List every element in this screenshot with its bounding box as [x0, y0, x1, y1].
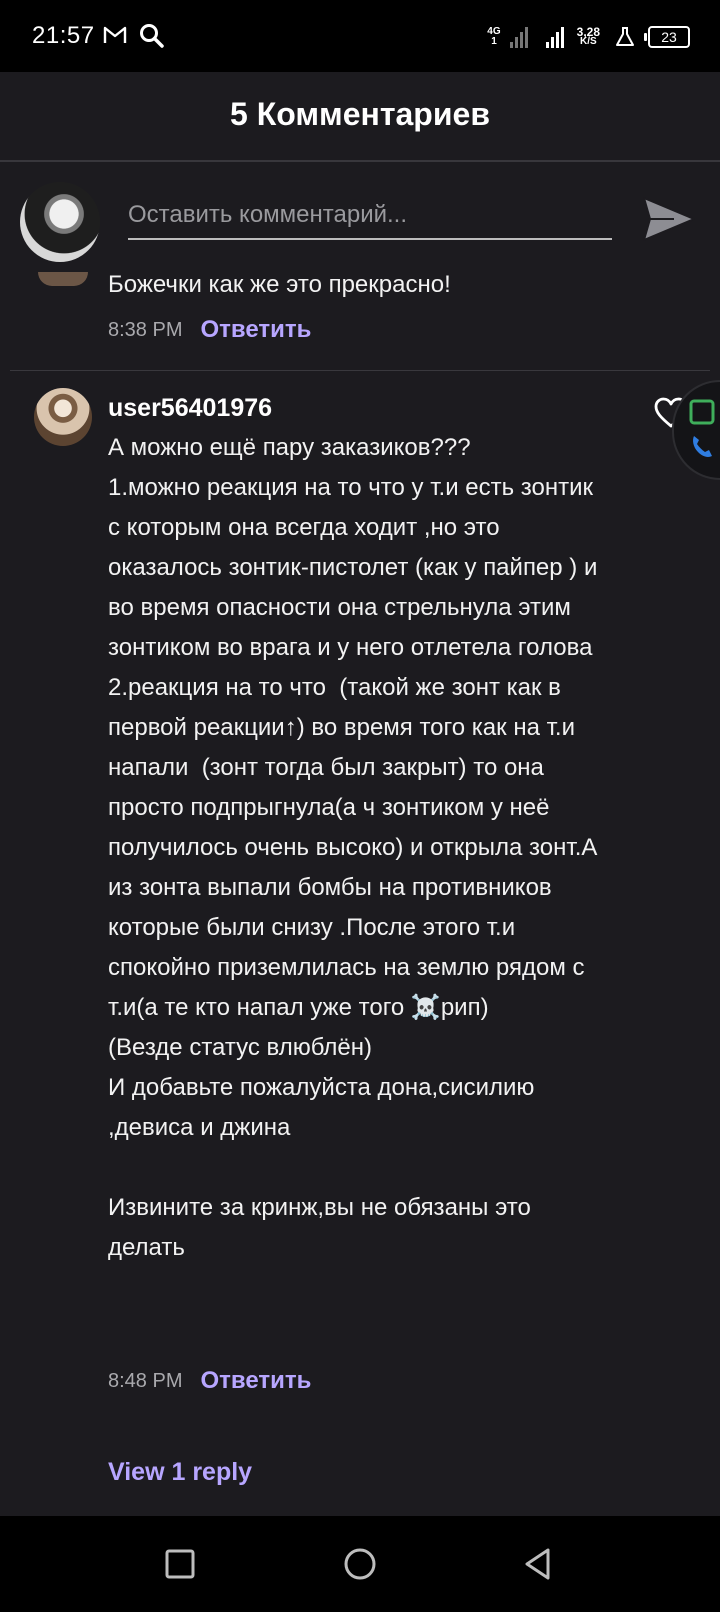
- reply-button[interactable]: Ответить: [200, 316, 311, 344]
- comments-header: 5 Комментариев: [0, 72, 720, 162]
- back-icon[interactable]: [518, 1544, 558, 1584]
- search-icon: [140, 24, 164, 48]
- current-user-avatar[interactable]: [20, 182, 100, 262]
- phone-icon[interactable]: [688, 432, 716, 460]
- gmail-icon: [103, 26, 127, 43]
- comment-composer: [0, 162, 720, 272]
- avatar[interactable]: [34, 388, 92, 446]
- divider: [10, 370, 710, 371]
- system-nav-bar: [0, 1516, 720, 1612]
- status-time: 21:57: [32, 22, 95, 49]
- speed-unit: K/S: [579, 36, 597, 47]
- page-title: 5 Комментариев: [230, 96, 490, 132]
- flask-icon: [616, 27, 634, 46]
- comment-input[interactable]: [128, 192, 612, 240]
- comment-meta: 8:48 PM Ответить: [108, 1367, 311, 1395]
- home-icon[interactable]: [340, 1544, 380, 1584]
- comment-time: 8:38 PM: [108, 318, 183, 341]
- signal-icon-sim2: [545, 27, 564, 48]
- comment-time: 8:48 PM: [108, 1369, 183, 1392]
- status-indicators: 4G 1 3,28 K/S 23: [487, 24, 690, 50]
- comment-text: А можно ещё пару заказиков??? 1.можно ре…: [108, 434, 598, 1261]
- reply-button[interactable]: Ответить: [200, 1367, 311, 1395]
- sim-number: 1: [491, 36, 497, 47]
- comment-username[interactable]: user56401976: [108, 394, 272, 423]
- comment-meta: 8:38 PM Ответить: [108, 316, 311, 344]
- send-icon[interactable]: [640, 190, 698, 248]
- comment-text: Божечки как же это прекрасно!: [108, 271, 451, 298]
- avatar[interactable]: [38, 272, 88, 286]
- signal-icon-sim1: [509, 27, 528, 48]
- network-speed: 3,28 K/S: [577, 26, 600, 47]
- view-replies-link[interactable]: View 1 reply: [108, 1458, 252, 1487]
- recents-icon[interactable]: [160, 1544, 200, 1584]
- status-bar: 21:57 4G 1 3,28 K/S 23: [0, 0, 720, 72]
- floating-tool-bubble[interactable]: [672, 380, 720, 480]
- network-indicator: 4G 1: [487, 27, 500, 47]
- battery-indicator: 23: [644, 26, 690, 48]
- window-icon[interactable]: [688, 398, 716, 426]
